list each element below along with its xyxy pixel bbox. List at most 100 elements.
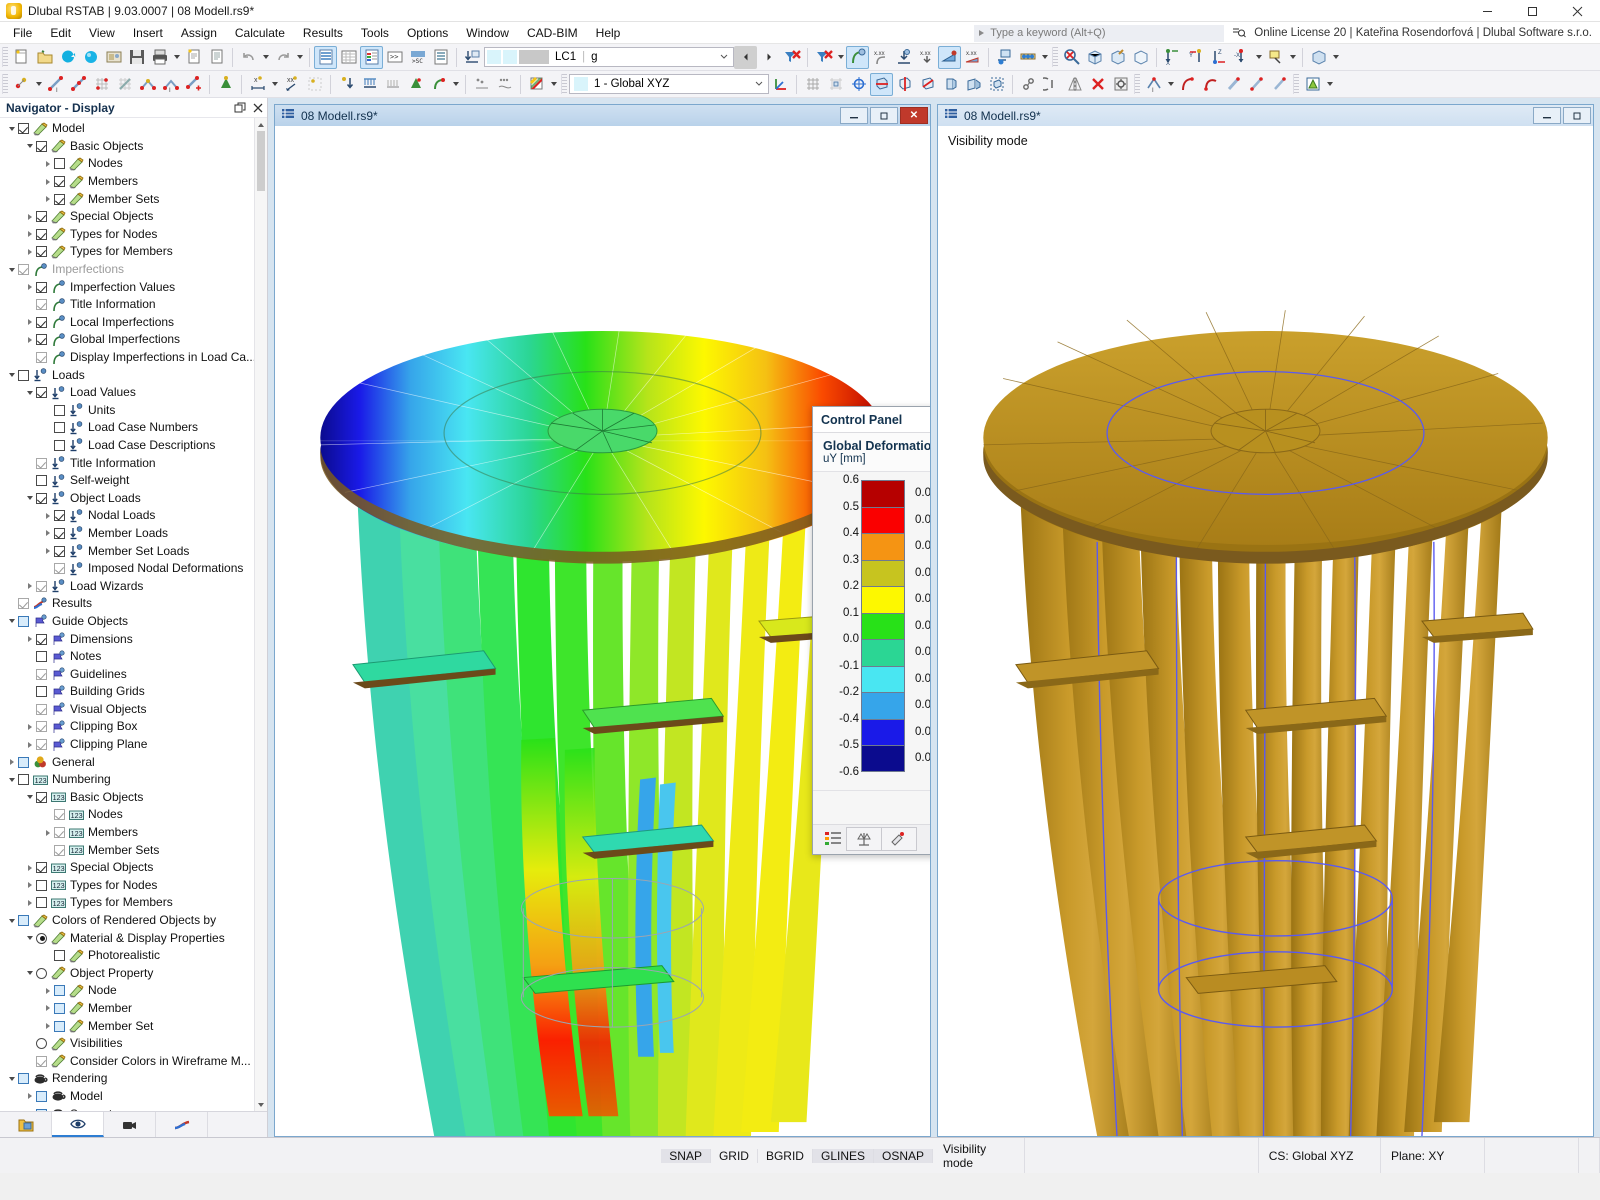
nodal-load-icon[interactable]: [335, 73, 358, 96]
chevron-down-icon[interactable]: [6, 771, 18, 788]
angle-icon[interactable]: I: [1142, 73, 1165, 96]
new-member-icon[interactable]: [182, 73, 205, 96]
grid-node-icon[interactable]: [303, 73, 326, 96]
view-perspective-icon[interactable]: [1264, 46, 1287, 69]
print-chevron-down-icon[interactable]: [171, 46, 182, 69]
tree-item-node[interactable]: Node: [0, 982, 254, 1000]
member-set-icon[interactable]: [67, 73, 90, 96]
tree-checkbox[interactable]: [18, 915, 29, 927]
print-icon[interactable]: [148, 46, 171, 69]
chevron-down-icon[interactable]: [24, 930, 36, 947]
chevron-down-icon[interactable]: [24, 490, 36, 507]
tree-checkbox[interactable]: [54, 404, 65, 416]
model-view-left[interactable]: 08 Modell.rs9* ✕ Control Panel Global De…: [274, 104, 931, 1137]
chevron-right-icon[interactable]: [24, 894, 36, 911]
tree-item-load-case-numbers[interactable]: Load Case Numbers: [0, 419, 254, 437]
node-icon[interactable]: [10, 73, 33, 96]
tree-checkbox[interactable]: [36, 791, 47, 803]
line-hinge-icon[interactable]: [493, 73, 516, 96]
chevron-right-icon[interactable]: [42, 1000, 54, 1017]
chevron-down-icon[interactable]: [24, 789, 36, 806]
imperfection-icon[interactable]: [427, 73, 450, 96]
tree-item-model[interactable]: Model: [0, 120, 254, 138]
tree-checkbox[interactable]: [36, 1108, 47, 1111]
status-toggle-grid[interactable]: GRID: [711, 1148, 758, 1163]
tree-item-member[interactable]: Member: [0, 1000, 254, 1018]
status-toggle-glines[interactable]: GLINES: [812, 1148, 874, 1163]
tree-item-material-display-properties[interactable]: Material & Display Properties: [0, 929, 254, 947]
tree-item-member-set[interactable]: Member Set: [0, 1017, 254, 1035]
clipping-box-icon[interactable]: [870, 72, 893, 96]
legend-swatch-6[interactable]: [861, 639, 905, 666]
chevron-down-icon[interactable]: [6, 261, 18, 278]
tree-checkbox[interactable]: [36, 721, 47, 733]
tree-item-title-information[interactable]: Title Information: [0, 296, 254, 314]
menu-options[interactable]: Options: [398, 23, 457, 43]
link-icon[interactable]: [1017, 73, 1040, 96]
chevron-right-icon[interactable]: [42, 1018, 54, 1035]
maximize-window-button[interactable]: [1510, 0, 1555, 22]
tree-checkbox[interactable]: [36, 299, 47, 311]
delete-x-icon[interactable]: [1086, 73, 1109, 96]
tree-item-types-for-members[interactable]: Types for Members: [0, 243, 254, 261]
tree-item-colors-of-rendered-objects-by[interactable]: Colors of Rendered Objects by: [0, 912, 254, 930]
scroll-thumb[interactable]: [257, 131, 265, 191]
chevron-right-icon[interactable]: [42, 543, 54, 560]
close-icon[interactable]: [249, 99, 267, 117]
model-view-right-canvas[interactable]: Visibility mode: [938, 126, 1593, 1136]
tree-item-building-grids[interactable]: Building Grids: [0, 683, 254, 701]
menu-tools[interactable]: Tools: [352, 23, 398, 43]
new-icon[interactable]: [10, 46, 33, 69]
member-set-load-icon[interactable]: [381, 73, 404, 96]
redo-icon[interactable]: [271, 46, 294, 69]
result-beam-chevron-down-icon[interactable]: [1039, 46, 1050, 69]
license-search-icon[interactable]: [1232, 25, 1247, 42]
cs-chevron-down-icon[interactable]: [754, 78, 764, 91]
color-spectrum-button[interactable]: [819, 827, 847, 851]
line-support-icon[interactable]: [470, 73, 493, 96]
tree-item-member-sets[interactable]: 123 Member Sets: [0, 841, 254, 859]
tree-item-basic-objects[interactable]: Basic Objects: [0, 138, 254, 156]
view-cube-chevron-down-icon[interactable]: [1330, 46, 1341, 69]
tree-checkbox[interactable]: [54, 844, 65, 856]
tree-item-clipping-plane[interactable]: Clipping Plane: [0, 736, 254, 754]
menu-edit[interactable]: Edit: [41, 23, 80, 43]
color-palette-chevron-down-icon[interactable]: [548, 73, 559, 96]
legend-swatch-10[interactable]: [861, 745, 905, 772]
view-z-icon[interactable]: Z: [1207, 46, 1230, 69]
support-reactions-icon[interactable]: [892, 46, 915, 69]
tree-checkbox[interactable]: [54, 527, 65, 539]
grid-table-icon[interactable]: [337, 46, 360, 69]
settings-icon[interactable]: [1109, 73, 1132, 96]
chevron-down-icon[interactable]: [6, 613, 18, 630]
tree-checkbox[interactable]: [18, 123, 29, 135]
load-case-chevron-down-icon[interactable]: [719, 51, 729, 64]
tree-item-units[interactable]: Units: [0, 402, 254, 420]
tree-item-load-values[interactable]: Load Values: [0, 384, 254, 402]
chevron-down-icon[interactable]: [6, 912, 18, 929]
tree-item-imperfection-values[interactable]: Imperfection Values: [0, 278, 254, 296]
curve-icon[interactable]: [1199, 73, 1222, 96]
clipping-plane-y-icon[interactable]: [916, 73, 939, 96]
tree-checkbox[interactable]: [54, 545, 65, 557]
chevron-right-icon[interactable]: [24, 1106, 36, 1111]
chevron-down-icon[interactable]: [6, 1070, 18, 1087]
force-values-icon[interactable]: x.xx: [961, 46, 984, 69]
tree-checkbox[interactable]: [18, 1073, 29, 1085]
tree-item-visibilities[interactable]: Visibilities: [0, 1035, 254, 1053]
close-model-icon[interactable]: [56, 46, 79, 69]
tree-item-results[interactable]: Results: [0, 595, 254, 613]
tree-item-object-loads[interactable]: Object Loads: [0, 489, 254, 507]
menu-file[interactable]: File: [4, 23, 41, 43]
chevron-right-icon[interactable]: [42, 982, 54, 999]
tree-item-basic-objects[interactable]: 123 Basic Objects: [0, 789, 254, 807]
minimize-window-button[interactable]: [1465, 0, 1510, 22]
menu-help[interactable]: Help: [587, 23, 630, 43]
results-navigator-tab[interactable]: [156, 1112, 208, 1137]
view-negative-x-icon[interactable]: -X: [1230, 46, 1253, 69]
tree-checkbox[interactable]: [18, 369, 29, 381]
legend-swatch-1[interactable]: [861, 506, 905, 533]
tree-item-members[interactable]: Members: [0, 173, 254, 191]
result-diagram-icon[interactable]: [993, 46, 1016, 69]
nodal-support-icon[interactable]: [136, 73, 159, 96]
